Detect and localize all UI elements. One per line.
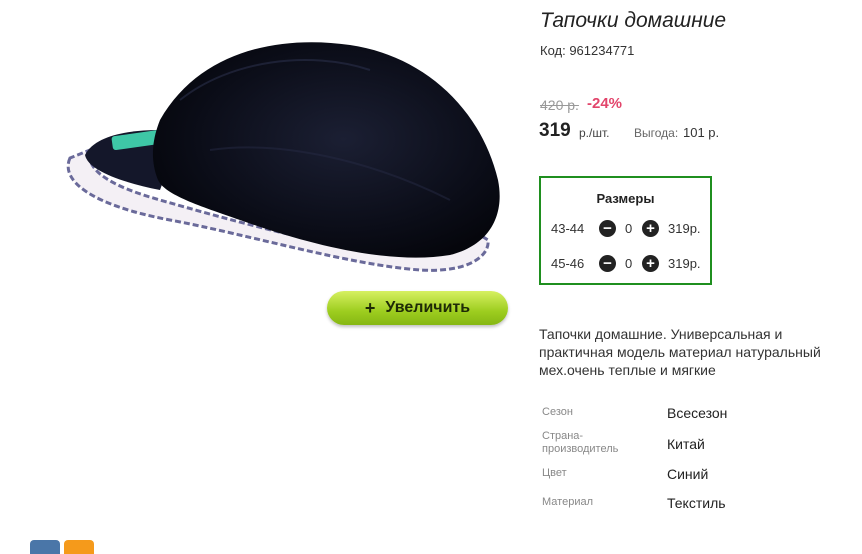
spec-key: Сезон xyxy=(542,406,573,418)
price-unit: р./шт. xyxy=(579,126,610,140)
current-price: 319 xyxy=(539,120,571,141)
savings-label: Выгода: xyxy=(634,126,679,140)
size-quantity: 0 xyxy=(625,221,633,236)
size-quantity: 0 xyxy=(625,256,633,271)
plus-icon: + xyxy=(364,297,376,318)
size-label: 45-46 xyxy=(551,256,585,271)
product-title: Тапочки домашние xyxy=(540,9,727,32)
product-image[interactable] xyxy=(50,30,510,300)
spec-value: Текстиль xyxy=(667,495,726,511)
size-row: 45-46 − 0 + 319р. xyxy=(550,254,710,274)
discount-badge: -24% xyxy=(587,95,623,112)
old-price: 420 р. xyxy=(540,97,579,113)
ok-share-icon[interactable] xyxy=(64,540,94,554)
spec-key: Цвет xyxy=(542,467,567,479)
plus-circle-icon[interactable]: + xyxy=(642,255,659,272)
plus-circle-icon[interactable]: + xyxy=(642,220,659,237)
minus-circle-icon[interactable]: − xyxy=(599,220,616,237)
size-price: 319р. xyxy=(668,221,701,236)
zoom-button[interactable]: + Увеличить xyxy=(327,291,508,325)
product-code: Код: 961234771 xyxy=(540,43,635,58)
size-price: 319р. xyxy=(668,256,701,271)
spec-value: Синий xyxy=(667,466,709,482)
spec-value: Китай xyxy=(667,436,705,452)
slipper-illustration xyxy=(66,42,500,272)
savings-value: 101 р. xyxy=(683,125,720,140)
size-row: 43-44 − 0 + 319р. xyxy=(550,219,710,239)
minus-circle-icon[interactable]: − xyxy=(599,255,616,272)
spec-key: Страна-производитель xyxy=(542,430,619,455)
spec-value: Всесезон xyxy=(667,405,728,421)
spec-key: Материал xyxy=(542,496,593,508)
zoom-button-label: Увеличить xyxy=(385,299,471,316)
size-label: 43-44 xyxy=(551,221,585,236)
sizes-title: Размеры xyxy=(596,191,655,206)
vk-share-icon[interactable] xyxy=(30,540,60,554)
product-description: Тапочки домашние. Универсальная и практи… xyxy=(539,326,821,378)
sizes-panel: Размеры 43-44 − 0 + 319р. 45-46 − 0 + 31… xyxy=(539,176,712,285)
